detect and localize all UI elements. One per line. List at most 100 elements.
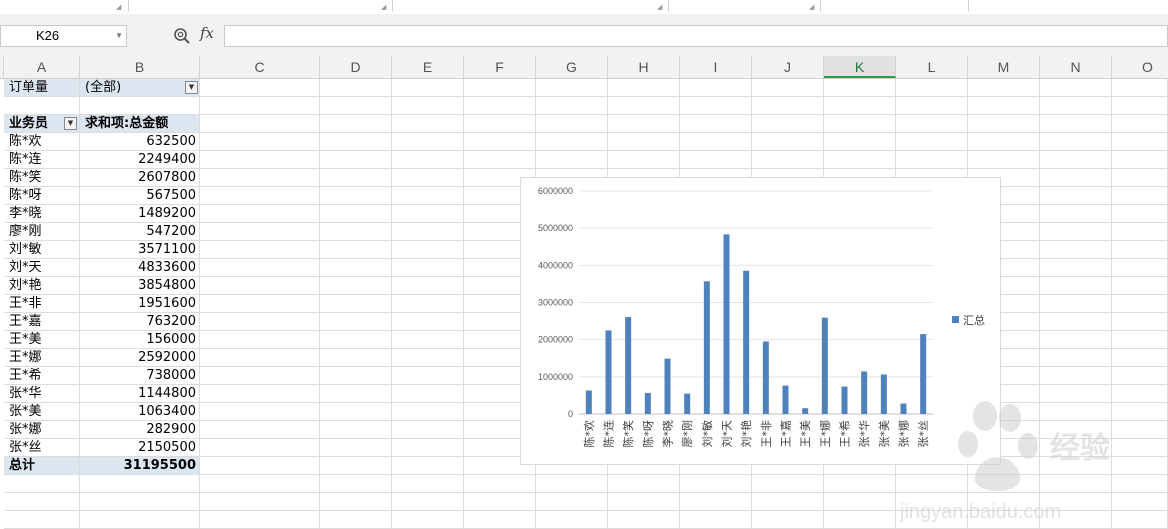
grid-cell[interactable] (320, 385, 392, 403)
pivot-row-value[interactable]: 1489200 (80, 205, 200, 223)
grid-cell[interactable] (1112, 475, 1168, 493)
grid-cell[interactable] (896, 133, 968, 151)
grid-cell[interactable] (464, 511, 536, 529)
grid-cell[interactable] (608, 115, 680, 133)
grid-cell[interactable] (320, 277, 392, 295)
grid-cell[interactable] (4, 493, 80, 511)
grid-cell[interactable] (824, 79, 896, 97)
grid-cell[interactable] (392, 367, 464, 385)
grid-cell[interactable] (200, 439, 320, 457)
pivot-value-header[interactable]: 求和项:总金额 (80, 115, 200, 133)
grid-cell[interactable] (392, 151, 464, 169)
grid-cell[interactable] (1040, 151, 1112, 169)
grid-cell[interactable] (1112, 205, 1168, 223)
row-filter-dropdown-icon[interactable]: ▼ (64, 117, 77, 130)
grid-cell[interactable] (80, 511, 200, 529)
grid-cell[interactable] (536, 511, 608, 529)
grid-cell[interactable] (1040, 457, 1112, 475)
grid-cell[interactable] (968, 115, 1040, 133)
grid-cell[interactable] (200, 259, 320, 277)
grid-cell[interactable] (1040, 385, 1112, 403)
grid-cell[interactable] (392, 115, 464, 133)
grid-cell[interactable] (320, 241, 392, 259)
grid-cell[interactable] (392, 439, 464, 457)
grid-cell[interactable] (392, 187, 464, 205)
pivot-row-value[interactable]: 2592000 (80, 349, 200, 367)
grid-cell[interactable] (200, 187, 320, 205)
grid-cell[interactable] (1040, 403, 1112, 421)
pivot-row-value[interactable]: 1063400 (80, 403, 200, 421)
grid-cell[interactable] (1112, 79, 1168, 97)
grid-cell[interactable] (200, 367, 320, 385)
grid-cell[interactable] (1112, 277, 1168, 295)
grid-cell[interactable] (392, 385, 464, 403)
grid-cell[interactable] (320, 295, 392, 313)
pivot-row-value[interactable]: 3571100 (80, 241, 200, 259)
grid-cell[interactable] (200, 475, 320, 493)
pivot-row-value[interactable]: 2249400 (80, 151, 200, 169)
ribbon-launcher-icon[interactable]: ◢ (381, 3, 386, 11)
grid-cell[interactable] (464, 151, 536, 169)
grid-cell[interactable] (200, 277, 320, 295)
grid-cell[interactable] (824, 511, 896, 529)
grid-cell[interactable] (392, 313, 464, 331)
grid-cell[interactable] (320, 223, 392, 241)
column-header-n[interactable]: N (1040, 56, 1112, 78)
pivot-row-name[interactable]: 廖*刚 (4, 223, 80, 241)
pivot-row-value[interactable]: 156000 (80, 331, 200, 349)
grid-cell[interactable] (80, 97, 200, 115)
grid-cell[interactable] (392, 511, 464, 529)
column-header-c[interactable]: C (200, 56, 320, 78)
grid-cell[interactable] (1112, 349, 1168, 367)
grid-cell[interactable] (680, 115, 752, 133)
grid-cell[interactable] (200, 313, 320, 331)
grid-cell[interactable] (320, 331, 392, 349)
grid-cell[interactable] (1112, 241, 1168, 259)
grid-cell[interactable] (320, 421, 392, 439)
grid-cell[interactable] (320, 403, 392, 421)
grid-cell[interactable] (464, 97, 536, 115)
grid-cell[interactable] (392, 295, 464, 313)
grid-cell[interactable] (896, 493, 968, 511)
grid-cell[interactable] (968, 133, 1040, 151)
grid-cell[interactable] (392, 259, 464, 277)
pivot-row-name[interactable]: 王*美 (4, 331, 80, 349)
grid-cell[interactable] (1112, 169, 1168, 187)
pivot-row-name[interactable]: 李*晓 (4, 205, 80, 223)
grid-cell[interactable] (1040, 133, 1112, 151)
grid-cell[interactable] (392, 169, 464, 187)
pivot-row-name[interactable]: 王*嘉 (4, 313, 80, 331)
pivot-row-name[interactable]: 张*丝 (4, 439, 80, 457)
grid-cell[interactable] (1112, 511, 1168, 529)
grid-cell[interactable] (200, 511, 320, 529)
pivot-row-name[interactable]: 陈*笑 (4, 169, 80, 187)
pivot-row-name[interactable]: 陈*呀 (4, 187, 80, 205)
pivot-row-name[interactable]: 王*非 (4, 295, 80, 313)
grid-cell[interactable] (1112, 367, 1168, 385)
grid-cell[interactable] (536, 151, 608, 169)
grid-cell[interactable] (536, 97, 608, 115)
grid-cell[interactable] (200, 421, 320, 439)
zoom-icon[interactable] (173, 27, 191, 45)
grid-cell[interactable] (200, 493, 320, 511)
grid-cell[interactable] (1040, 223, 1112, 241)
pivot-row-name[interactable]: 陈*欢 (4, 133, 80, 151)
grid-cell[interactable] (392, 205, 464, 223)
grid-cell[interactable] (680, 97, 752, 115)
column-header-f[interactable]: F (464, 56, 536, 78)
grid-cell[interactable] (320, 259, 392, 277)
grid-cell[interactable] (896, 79, 968, 97)
grid-cell[interactable] (1040, 421, 1112, 439)
grid-cell[interactable] (1040, 367, 1112, 385)
pivot-row-name[interactable]: 张*美 (4, 403, 80, 421)
ribbon-launcher-icon[interactable]: ◢ (657, 3, 662, 11)
pivot-row-value[interactable]: 567500 (80, 187, 200, 205)
grid-cell[interactable] (752, 151, 824, 169)
grid-cell[interactable] (1040, 313, 1112, 331)
grid-cell[interactable] (4, 475, 80, 493)
grid-cell[interactable] (200, 241, 320, 259)
pivot-row-name[interactable]: 王*希 (4, 367, 80, 385)
grid-cell[interactable] (200, 385, 320, 403)
grid-cell[interactable] (752, 511, 824, 529)
grid-cell[interactable] (1112, 223, 1168, 241)
